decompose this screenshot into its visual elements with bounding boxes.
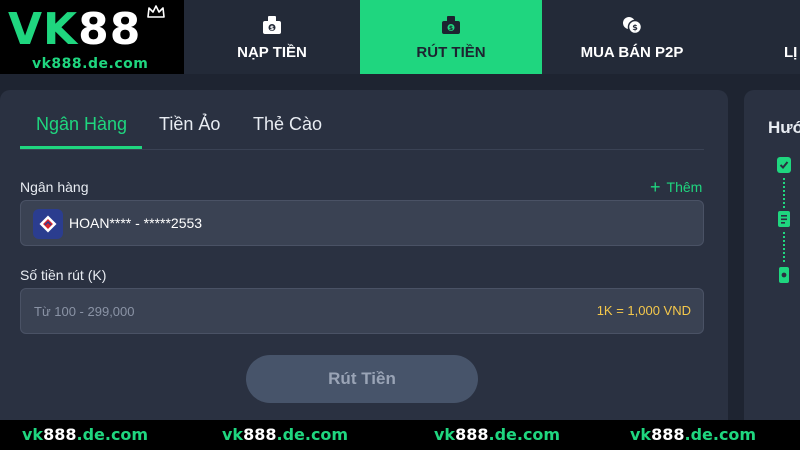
logo-wordmark: VK88	[8, 4, 142, 55]
bank-logo-icon	[33, 209, 63, 239]
bank-account-value: HOAN**** - *****2553	[69, 215, 203, 231]
nav-tab-label: MUA BÁN P2P	[580, 43, 684, 61]
guide-panel: Hướ	[744, 90, 800, 430]
app-root: VK88 vk888.de.com $ NẠP TIỀN $ RÚT TIỀN	[0, 0, 800, 450]
check-step-icon	[777, 157, 791, 173]
watermark-text: vk888.de.com	[222, 425, 349, 444]
logo-url: vk888.de.com	[32, 56, 149, 72]
watermark-text: vk888.de.com	[630, 425, 757, 444]
amount-label: Số tiền rút (K)	[20, 267, 107, 283]
step-connector	[783, 232, 785, 262]
nav-tab-label: LỊ	[784, 43, 798, 61]
brand-logo[interactable]: VK88 vk888.de.com	[0, 0, 184, 74]
svg-text:$: $	[632, 23, 638, 32]
svg-text:$: $	[270, 25, 274, 32]
exchange-rate: 1K = 1,000 VND	[596, 303, 691, 318]
amount-input[interactable]	[21, 289, 541, 333]
top-nav: VK88 vk888.de.com $ NẠP TIỀN $ RÚT TIỀN	[0, 0, 800, 74]
document-step-icon	[778, 211, 790, 227]
svg-text:$: $	[449, 25, 453, 32]
add-bank-button[interactable]: + Thêm	[650, 177, 703, 197]
active-tab-indicator	[20, 146, 142, 149]
watermark-text: vk888.de.com	[434, 425, 561, 444]
nav-tab-deposit[interactable]: $ NẠP TIỀN	[184, 0, 360, 74]
withdraw-icon: $	[442, 15, 460, 34]
step-connector	[783, 178, 785, 208]
method-tabs: Ngân Hàng Tiền Ảo Thẻ Cào	[20, 108, 704, 150]
nav-tab-p2p[interactable]: $ MUA BÁN P2P	[542, 0, 722, 74]
guide-title: Hướ	[768, 118, 800, 137]
history-icon	[784, 14, 800, 36]
bank-label: Ngân hàng	[20, 179, 89, 195]
nav-tab-withdraw[interactable]: $ RÚT TIỀN	[360, 0, 542, 74]
coins-icon: $	[623, 16, 643, 34]
watermark-strip: vk888.de.com vk888.de.com vk888.de.com v…	[0, 420, 800, 450]
nav-tab-label: NẠP TIỀN	[237, 43, 307, 61]
nav-tab-history[interactable]: LỊ	[722, 0, 800, 74]
deposit-icon: $	[263, 15, 281, 34]
amount-field: 1K = 1,000 VND	[20, 288, 704, 334]
tab-bank[interactable]: Ngân Hàng	[36, 114, 127, 135]
phone-step-icon	[779, 267, 789, 283]
tab-crypto[interactable]: Tiền Ảo	[159, 114, 220, 135]
tab-card[interactable]: Thẻ Cào	[253, 114, 322, 135]
plus-icon: +	[650, 177, 661, 197]
withdraw-panel: Ngân Hàng Tiền Ảo Thẻ Cào Ngân hàng + Th…	[0, 90, 728, 430]
bank-select[interactable]: HOAN**** - *****2553	[20, 200, 704, 246]
withdraw-submit-button[interactable]: Rút Tiền	[246, 355, 478, 403]
add-bank-label: Thêm	[666, 179, 703, 195]
crown-icon	[147, 5, 165, 18]
nav-tab-label: RÚT TIỀN	[416, 43, 486, 61]
watermark-text: vk888.de.com	[22, 425, 149, 444]
